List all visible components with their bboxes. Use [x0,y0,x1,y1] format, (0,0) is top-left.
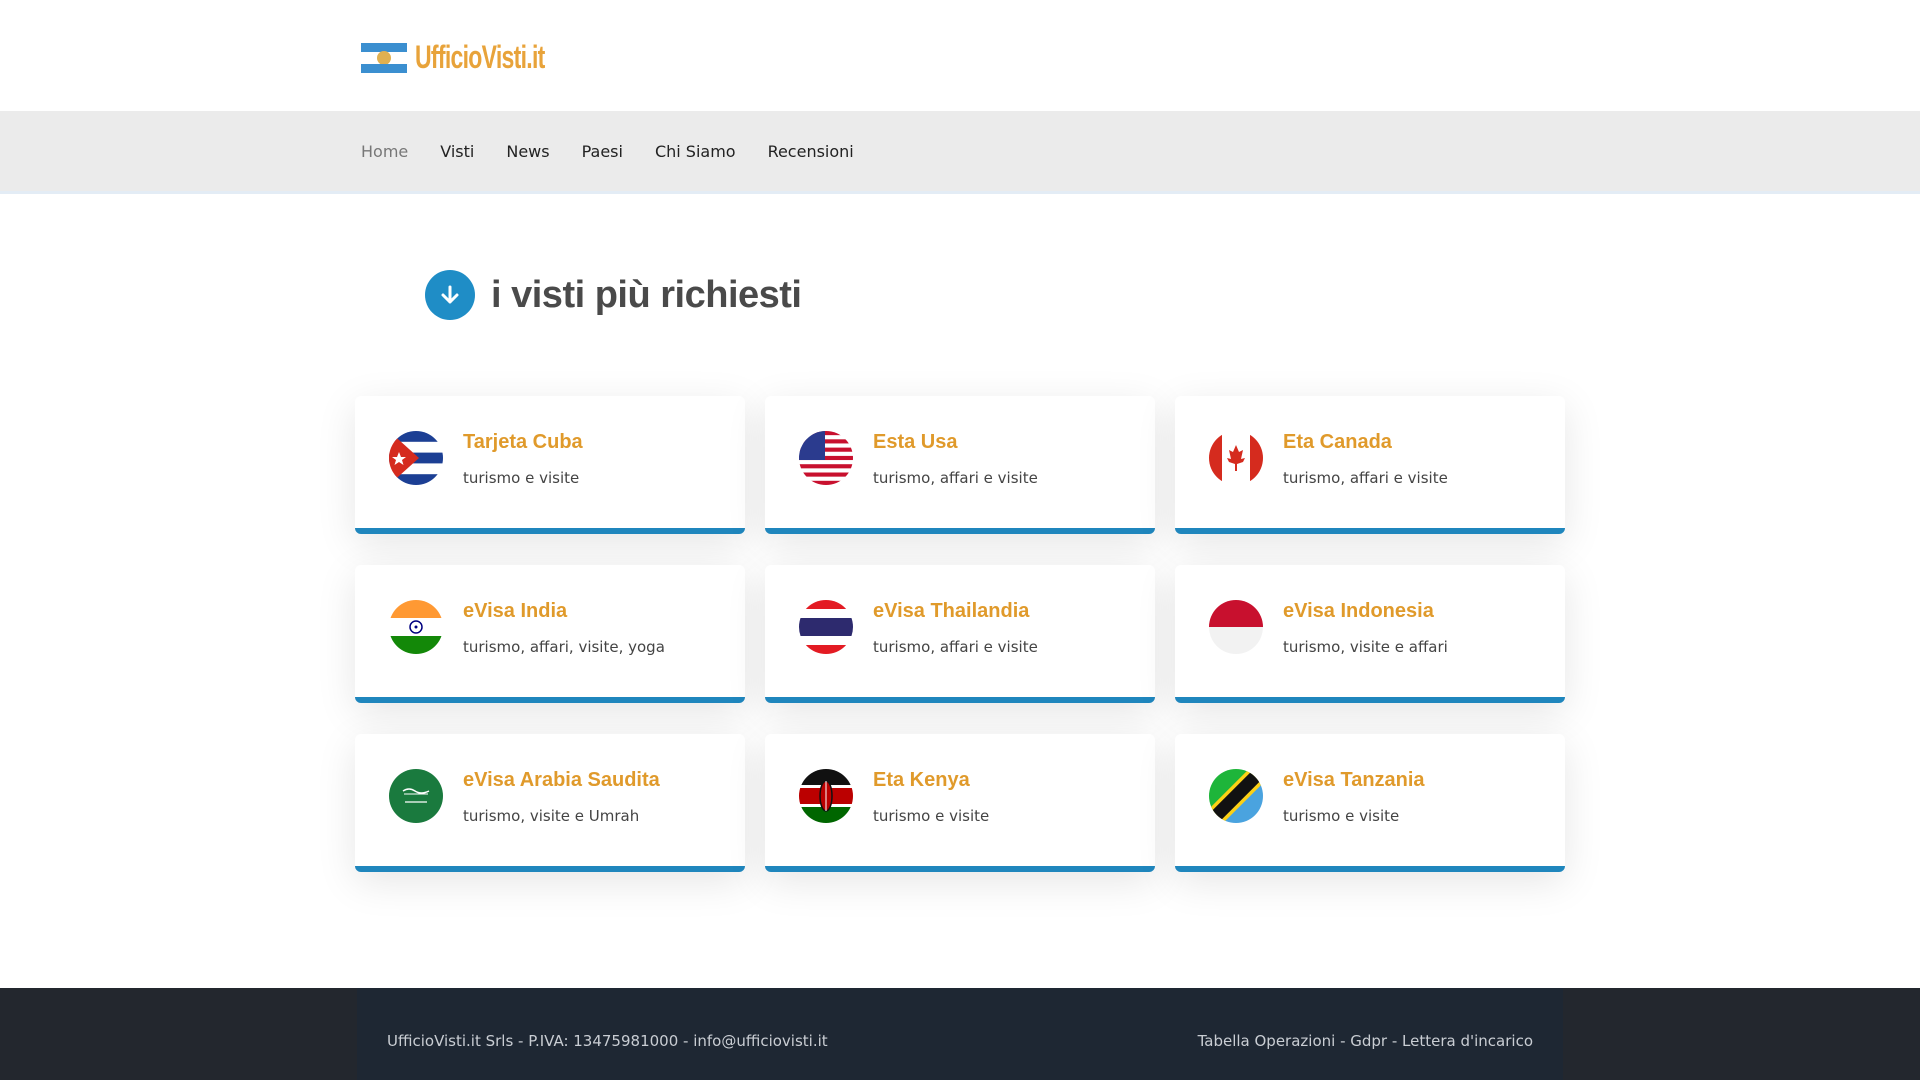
visa-card-desc: turismo e visite [463,469,580,487]
footer-links[interactable]: Tabella Operazioni - Gdpr - Lettera d'in… [1198,1032,1533,1050]
india-flag-icon [389,600,443,654]
indonesia-flag-icon [1209,600,1263,654]
visa-card-canada[interactable]: Eta Canada turismo, affari e visite [1175,396,1565,534]
footer-company-info[interactable]: UfficioVisti.it Srls - P.IVA: 1347598100… [387,1032,828,1050]
visa-card-saudi-arabia[interactable]: eVisa Arabia Saudita turismo, visite e U… [355,734,745,872]
visa-card-desc: turismo, affari e visite [873,469,1038,487]
visa-card-desc: turismo e visite [873,807,990,825]
visa-card-grid: Tarjeta Cuba turismo e visite Esta Usa t… [355,396,1565,872]
visa-card-desc: turismo, affari, visite, yoga [463,638,665,656]
visa-card-desc: turismo, affari e visite [873,638,1038,656]
visa-card-desc: turismo e visite [1283,807,1400,825]
nav-item-paesi[interactable]: Paesi [582,142,623,161]
nav-item-chi-siamo[interactable]: Chi Siamo [655,142,736,161]
visa-card-tanzania[interactable]: eVisa Tanzania turismo e visite [1175,734,1565,872]
visa-card-india[interactable]: eVisa India turismo, affari, visite, yog… [355,565,745,703]
saudi-arabia-flag-icon [389,769,443,823]
section-title: i visti più richiesti [491,273,802,316]
visa-card-desc: turismo, visite e affari [1283,638,1448,656]
logo-flag-icon [361,42,407,73]
nav-item-recensioni[interactable]: Recensioni [768,142,854,161]
site-header: UfficioVisti.it [0,0,1920,111]
visa-card-indonesia[interactable]: eVisa Indonesia turismo, visite e affari [1175,565,1565,703]
visa-card-title: eVisa Thailandia [873,600,1030,622]
nav-item-visti[interactable]: Visti [440,142,474,161]
visa-card-title: Tarjeta Cuba [463,431,583,453]
arrow-down-icon [425,270,475,320]
visa-card-title: eVisa Tanzania [1283,769,1425,791]
nav-item-news[interactable]: News [506,142,549,161]
visa-card-title: Eta Kenya [873,769,970,791]
site-logo[interactable]: UfficioVisti.it [361,39,595,76]
logo-text: UfficioVisti.it [415,39,545,76]
visa-card-title: eVisa India [463,600,568,622]
nav-item-home[interactable]: Home [361,142,408,161]
visa-card-kenya[interactable]: Eta Kenya turismo e visite [765,734,1155,872]
canada-flag-icon [1209,431,1263,485]
visa-card-cuba[interactable]: Tarjeta Cuba turismo e visite [355,396,745,534]
main-nav: Home Visti News Paesi Chi Siamo Recensio… [0,111,1920,194]
thailand-flag-icon [799,600,853,654]
footer-inner: UfficioVisti.it Srls - P.IVA: 1347598100… [357,988,1563,1080]
visa-card-usa[interactable]: Esta Usa turismo, affari e visite [765,396,1155,534]
cuba-flag-icon [389,431,443,485]
kenya-flag-icon [799,769,853,823]
nav-list: Home Visti News Paesi Chi Siamo Recensio… [361,111,886,191]
section-heading: i visti più richiesti [425,270,802,320]
visa-card-title: Eta Canada [1283,431,1392,453]
usa-flag-icon [799,431,853,485]
site-footer: UfficioVisti.it Srls - P.IVA: 1347598100… [0,988,1920,1080]
visa-card-title: eVisa Arabia Saudita [463,769,660,791]
visa-card-thailand[interactable]: eVisa Thailandia turismo, affari e visit… [765,565,1155,703]
visa-card-title: Esta Usa [873,431,958,453]
visa-card-title: eVisa Indonesia [1283,600,1434,622]
tanzania-flag-icon [1209,769,1263,823]
logo-text-main: UfficioVisti [415,39,527,75]
logo-text-suffix: .it [526,39,545,75]
visa-card-desc: turismo, affari e visite [1283,469,1448,487]
visa-card-desc: turismo, visite e Umrah [463,807,640,825]
